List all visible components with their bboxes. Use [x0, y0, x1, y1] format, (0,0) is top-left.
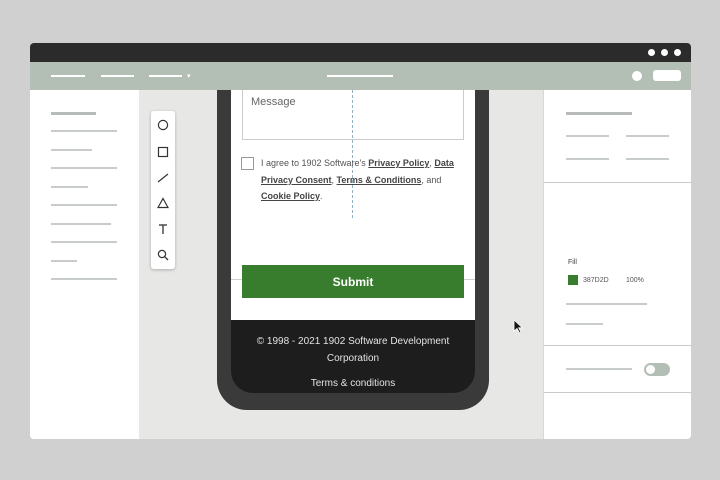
menu-item-placeholder[interactable] — [101, 75, 134, 77]
rectangle-tool[interactable] — [151, 142, 175, 162]
property-field-placeholder[interactable] — [626, 158, 669, 160]
terms-conditions-link[interactable]: Terms & Conditions — [337, 175, 422, 185]
toggle-label-placeholder — [566, 368, 632, 370]
zoom-tool[interactable] — [151, 245, 175, 265]
message-placeholder: Message — [251, 96, 296, 108]
layers-panel — [30, 90, 139, 439]
layer-item[interactable] — [51, 149, 92, 151]
layer-item[interactable] — [51, 130, 117, 132]
panel-heading-placeholder — [566, 112, 632, 115]
property-field-placeholder[interactable] — [566, 135, 609, 137]
toggle-knob — [646, 365, 655, 374]
top-toolbar: ▾ — [30, 62, 691, 90]
property-field-placeholder[interactable] — [566, 158, 609, 160]
triangle-icon — [157, 197, 169, 209]
consent-separator: , and — [421, 174, 442, 185]
design-app-window: ▾ Message I agree to 1902 Software's Pri… — [30, 43, 691, 439]
property-field-placeholder[interactable] — [566, 303, 647, 305]
properties-panel: Fill 387D2D 100% — [543, 90, 691, 439]
share-button[interactable] — [653, 70, 681, 81]
layer-item[interactable] — [51, 167, 117, 169]
consent-suffix: . — [320, 191, 323, 201]
consent-checkbox[interactable] — [241, 157, 254, 170]
layer-item[interactable] — [51, 260, 77, 262]
section-divider — [544, 182, 691, 183]
tool-palette — [151, 111, 175, 269]
chevron-down-icon[interactable]: ▾ — [187, 73, 191, 80]
line-icon — [157, 173, 169, 183]
privacy-policy-link[interactable]: Privacy Policy — [368, 158, 429, 168]
menu-item-placeholder[interactable] — [51, 75, 85, 77]
layer-item[interactable] — [51, 186, 88, 188]
layer-item[interactable] — [51, 204, 117, 206]
window-dot-icon[interactable] — [661, 49, 668, 56]
property-field-placeholder[interactable] — [626, 135, 669, 137]
layer-item[interactable] — [51, 278, 117, 280]
section-divider — [544, 345, 691, 346]
text-icon — [159, 224, 167, 234]
submit-button[interactable]: Submit — [242, 265, 464, 298]
window-dot-icon[interactable] — [648, 49, 655, 56]
fill-opacity-value[interactable]: 100% — [626, 277, 644, 284]
consent-prefix: I agree to 1902 Software's — [261, 158, 369, 168]
text-tool[interactable] — [151, 219, 175, 239]
property-field-placeholder[interactable] — [566, 323, 603, 325]
cookie-policy-link[interactable]: Cookie Policy — [261, 191, 320, 201]
consent-text: I agree to 1902 Software's Privacy Polic… — [261, 155, 466, 205]
avatar[interactable] — [632, 71, 642, 81]
footer-terms-link[interactable]: Terms & conditions — [243, 378, 463, 389]
footer-copyright: © 1998 - 2021 1902 Software Development … — [256, 336, 450, 364]
menu-dropdown-placeholder[interactable] — [149, 75, 182, 77]
layer-item[interactable] — [51, 241, 117, 243]
zoom-icon — [157, 249, 169, 261]
triangle-tool[interactable] — [151, 193, 175, 213]
circle-tool[interactable] — [151, 115, 175, 135]
square-icon — [157, 146, 169, 158]
design-canvas[interactable]: Message I agree to 1902 Software's Priva… — [139, 90, 543, 439]
fill-hex-value[interactable]: 387D2D — [583, 277, 609, 284]
panel-heading-placeholder — [51, 112, 96, 115]
mouse-pointer-icon — [513, 319, 524, 334]
section-divider — [544, 392, 691, 393]
circle-icon — [157, 119, 169, 131]
window-dot-icon[interactable] — [674, 49, 681, 56]
title-bar — [30, 43, 691, 62]
layer-item[interactable] — [51, 223, 111, 225]
property-toggle[interactable] — [644, 363, 670, 376]
document-title-placeholder — [327, 75, 393, 77]
fill-color-swatch[interactable] — [568, 275, 578, 285]
fill-label: Fill — [568, 259, 577, 266]
line-tool[interactable] — [151, 168, 175, 188]
